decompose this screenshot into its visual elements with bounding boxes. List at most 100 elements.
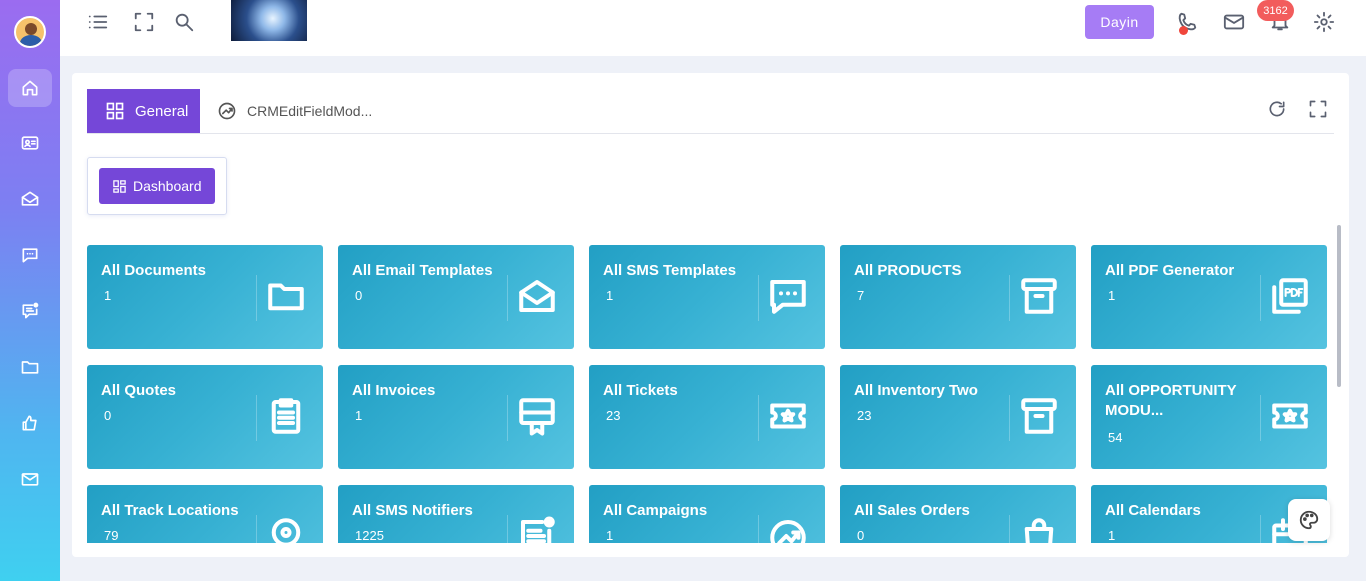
tab-general-label: General bbox=[135, 102, 189, 120]
avatar[interactable] bbox=[14, 16, 46, 48]
refresh-button[interactable] bbox=[1267, 99, 1289, 121]
mail-icon bbox=[21, 473, 39, 486]
sidebar-item-documents[interactable] bbox=[8, 348, 52, 386]
card-count: 1 bbox=[1108, 528, 1116, 543]
card-title: All SMS Templates bbox=[603, 262, 737, 279]
card-count: 7 bbox=[857, 288, 865, 303]
card-all-sms-templates[interactable]: All SMS Templates 1 bbox=[589, 245, 825, 349]
mail-icon bbox=[1223, 14, 1245, 30]
clipboard-icon bbox=[265, 395, 307, 437]
sidebar-item-email[interactable] bbox=[8, 180, 52, 218]
main-panel: General CRMEditFieldMod... Dashboard All… bbox=[72, 73, 1349, 557]
card-title: All PRODUCTS bbox=[854, 262, 962, 279]
message-notify-icon bbox=[22, 302, 39, 319]
card-all-documents[interactable]: All Documents 1 bbox=[87, 245, 323, 349]
card-all-quotes[interactable]: All Quotes 0 bbox=[87, 365, 323, 469]
card-count: 79 bbox=[104, 528, 119, 543]
envelope-open-icon bbox=[516, 275, 558, 317]
refresh-icon bbox=[1269, 101, 1285, 117]
card-title: All Campaigns bbox=[603, 502, 708, 519]
dashboard-icon bbox=[113, 179, 126, 193]
module-card-grid: All Documents 1 All Email Templates 0 Al… bbox=[87, 245, 1332, 543]
card-title: All Invoices bbox=[352, 382, 436, 399]
card-count: 1 bbox=[355, 408, 363, 423]
ticket-icon bbox=[1269, 395, 1311, 437]
dashboard-button[interactable]: Dashboard bbox=[99, 168, 215, 204]
trend-icon bbox=[767, 515, 809, 543]
fullscreen-icon bbox=[1309, 100, 1327, 118]
user-button[interactable]: Dayin bbox=[1085, 5, 1154, 39]
header-thumbnail bbox=[231, 0, 307, 41]
tab-general[interactable]: General bbox=[87, 89, 200, 133]
card-count: 1 bbox=[606, 528, 614, 543]
card-all-opportunity-module[interactable]: All OPPORTUNITY MODU... 54 bbox=[1091, 365, 1327, 469]
ticket-icon bbox=[767, 395, 809, 437]
card-all-invoices[interactable]: All Invoices 1 bbox=[338, 365, 574, 469]
card-all-products[interactable]: All PRODUCTS 7 bbox=[840, 245, 1076, 349]
card-title: All Email Templates bbox=[352, 262, 493, 279]
shopping-bag-icon bbox=[1018, 515, 1060, 543]
card-count: 54 bbox=[1108, 430, 1123, 445]
notification-badge: 3162 bbox=[1257, 0, 1294, 21]
card-count: 23 bbox=[857, 408, 872, 423]
panel-fullscreen-button[interactable] bbox=[1308, 99, 1330, 121]
card-all-inventory-two[interactable]: All Inventory Two 23 bbox=[840, 365, 1076, 469]
notifier-icon bbox=[516, 515, 558, 543]
grid-icon bbox=[106, 102, 124, 120]
menu-icon bbox=[88, 15, 108, 29]
card-all-email-templates[interactable]: All Email Templates 0 bbox=[338, 245, 574, 349]
fullscreen-button[interactable] bbox=[131, 10, 157, 34]
theme-palette-button[interactable] bbox=[1288, 499, 1330, 541]
card-title: All Tickets bbox=[603, 382, 678, 399]
card-title: All Sales Orders bbox=[854, 502, 970, 519]
dashboard-label: Dashboard bbox=[133, 178, 202, 194]
card-title: All Quotes bbox=[101, 382, 177, 399]
folder-icon bbox=[21, 361, 39, 374]
menu-button[interactable] bbox=[85, 10, 111, 34]
mail-button[interactable] bbox=[1221, 10, 1247, 34]
card-title: All Inventory Two bbox=[854, 382, 978, 399]
card-title: All OPPORTUNITY MODU... bbox=[1105, 382, 1237, 419]
contact-card-icon bbox=[21, 136, 39, 150]
sidebar-item-likes[interactable] bbox=[8, 404, 52, 442]
card-all-sms-notifiers[interactable]: All SMS Notifiers 1225 bbox=[338, 485, 574, 543]
sidebar-item-contacts[interactable] bbox=[8, 124, 52, 162]
palette-icon bbox=[1299, 510, 1319, 530]
page-scrollbar[interactable] bbox=[1337, 225, 1341, 387]
tab-bar: General CRMEditFieldMod... bbox=[87, 89, 1334, 134]
card-count: 1 bbox=[104, 288, 112, 303]
gear-icon bbox=[1313, 11, 1335, 33]
card-all-pdf-generator[interactable]: All PDF Generator 1 bbox=[1091, 245, 1327, 349]
archive-icon bbox=[1018, 275, 1060, 317]
tab-crm-edit-field[interactable]: CRMEditFieldMod... bbox=[217, 89, 372, 133]
search-button[interactable] bbox=[171, 10, 197, 34]
card-count: 23 bbox=[606, 408, 621, 423]
card-all-campaigns[interactable]: All Campaigns 1 bbox=[589, 485, 825, 543]
sms-icon bbox=[767, 275, 809, 317]
sidebar-item-messages[interactable] bbox=[8, 292, 52, 330]
card-all-tickets[interactable]: All Tickets 23 bbox=[589, 365, 825, 469]
card-count: 1 bbox=[1108, 288, 1116, 303]
phone-button[interactable] bbox=[1174, 10, 1200, 35]
card-title: All SMS Notifiers bbox=[352, 502, 473, 519]
settings-button[interactable] bbox=[1311, 10, 1337, 34]
dashboard-box: Dashboard bbox=[87, 157, 227, 215]
sidebar-item-home[interactable] bbox=[8, 69, 52, 107]
pdf-icon bbox=[1269, 275, 1311, 317]
card-count: 0 bbox=[355, 288, 363, 303]
sidebar-item-chat[interactable] bbox=[8, 236, 52, 274]
card-all-sales-orders[interactable]: All Sales Orders 0 bbox=[840, 485, 1076, 543]
tab-crm-label: CRMEditFieldMod... bbox=[247, 103, 373, 119]
phone-status-dot bbox=[1179, 26, 1188, 35]
fullscreen-icon bbox=[134, 12, 154, 32]
envelope-open-icon bbox=[21, 191, 39, 206]
folder-icon bbox=[265, 275, 307, 317]
card-all-track-locations[interactable]: All Track Locations 79 bbox=[87, 485, 323, 543]
card-title: All Track Locations bbox=[101, 502, 239, 519]
location-icon bbox=[265, 515, 307, 543]
search-icon bbox=[175, 13, 194, 32]
archive-icon bbox=[1018, 395, 1060, 437]
card-title: All Calendars bbox=[1105, 502, 1201, 519]
card-count: 0 bbox=[104, 408, 112, 423]
sidebar-item-mail[interactable] bbox=[8, 460, 52, 498]
